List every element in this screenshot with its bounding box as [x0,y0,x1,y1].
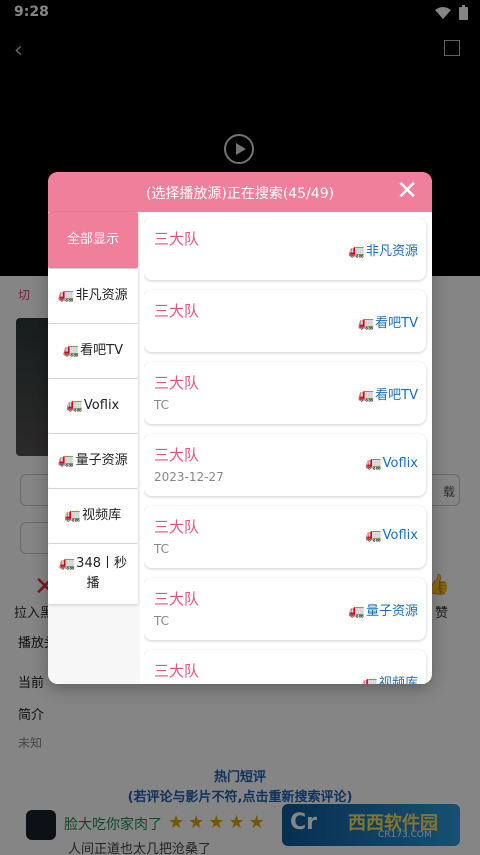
truck-icon: 🚛 [361,676,378,684]
filter-liangzi[interactable]: 🚛 量子资源 [48,434,138,488]
result-source: 🚛Voflix [365,456,418,471]
result-source: 🚛非凡资源 [349,240,418,259]
result-source: 🚛看吧TV [358,384,418,403]
result-card[interactable]: 三大队 TC 🚛看吧TV [144,362,426,424]
result-source-label: 视频库 [378,676,418,684]
filter-feifan[interactable]: 🚛 非凡资源 [48,269,138,323]
truck-icon: 🚛 [64,508,82,523]
result-card[interactable]: 三大队 2023-12-27 🚛Voflix [144,434,426,496]
result-source: 🚛看吧TV [358,312,418,331]
result-title: 三大队 [154,518,200,536]
close-icon[interactable]: ✕ [396,176,418,206]
truck-icon: 🚛 [357,388,375,403]
truck-icon: 🚛 [58,556,76,571]
result-source: 🚛Voflix [365,528,418,543]
truck-icon: 🚛 [348,244,365,259]
dialog-title: (选择播放源)正在搜索(45/49) [145,186,335,202]
filter-video-library[interactable]: 🚛 视频库 [48,489,138,543]
result-sub: TC [154,542,170,556]
result-title: 三大队 [154,230,200,248]
result-list[interactable]: 三大队 🚛非凡资源 三大队 🚛看吧TV 三大队 TC 🚛看吧TV 三大队 202… [144,218,428,684]
result-title: 三大队 [154,662,200,680]
truck-icon: 🚛 [348,604,365,619]
result-source-label: 量子资源 [365,604,418,619]
result-source: 🚛量子资源 [349,600,418,619]
result-card[interactable]: 三大队 TC 🚛Voflix [144,506,426,568]
result-sub: 2023-12-27 [154,470,224,484]
result-sub: TC [154,398,170,412]
filter-label: 348丨秒播 [76,556,127,591]
truck-icon: 🚛 [365,456,382,471]
truck-icon: 🚛 [365,528,382,543]
result-card[interactable]: 三大队 🚛非凡资源 [144,218,426,280]
filter-label: 全部显示 [66,232,119,247]
result-title: 三大队 [154,302,200,320]
result-card[interactable]: 三大队 🚛视频库 [144,650,426,684]
truck-icon: 🚛 [62,343,80,358]
result-source-label: 看吧TV [375,316,418,331]
result-source-label: Voflix [382,528,418,543]
result-source: 🚛视频库 [362,672,418,684]
filter-voflix[interactable]: 🚛 Voflix [48,379,138,433]
source-picker-dialog: (选择播放源)正在搜索(45/49) ✕ 全部显示 🚛 非凡资源 🚛 看吧TV 🚛 V… [48,172,432,684]
result-title: 三大队 [154,590,200,608]
truck-icon: 🚛 [66,398,83,413]
result-sub: TC [154,614,170,628]
filter-all[interactable]: 全部显示 [48,212,138,268]
result-source-label: Voflix [382,456,418,471]
source-filter-sidebar: 全部显示 🚛 非凡资源 🚛 看吧TV 🚛 Voflix 🚛 量子资源 🚛 视频库 🚛348… [48,212,140,684]
filter-label: Voflix [83,398,120,413]
dialog-header: (选择播放源)正在搜索(45/49) ✕ [48,172,432,212]
result-card[interactable]: 三大队 🚛看吧TV [144,290,426,352]
result-source-label: 非凡资源 [365,244,418,259]
filter-label: 视频库 [82,508,122,523]
filter-label-wrap: 🚛348丨秒播 [54,554,132,594]
result-source-label: 看吧TV [375,388,418,403]
filter-label: 量子资源 [75,453,128,468]
result-title: 三大队 [154,374,200,392]
filter-label: 看吧TV [80,343,124,358]
truck-icon: 🚛 [58,288,75,303]
result-title: 三大队 [154,446,200,464]
filter-348-miaobo[interactable]: 🚛348丨秒播 [48,544,138,604]
filter-label: 非凡资源 [75,288,128,303]
result-card[interactable]: 三大队 TC 🚛量子资源 [144,578,426,640]
filter-kanba-tv[interactable]: 🚛 看吧TV [48,324,138,378]
truck-icon: 🚛 [58,453,75,468]
truck-icon: 🚛 [357,316,375,331]
